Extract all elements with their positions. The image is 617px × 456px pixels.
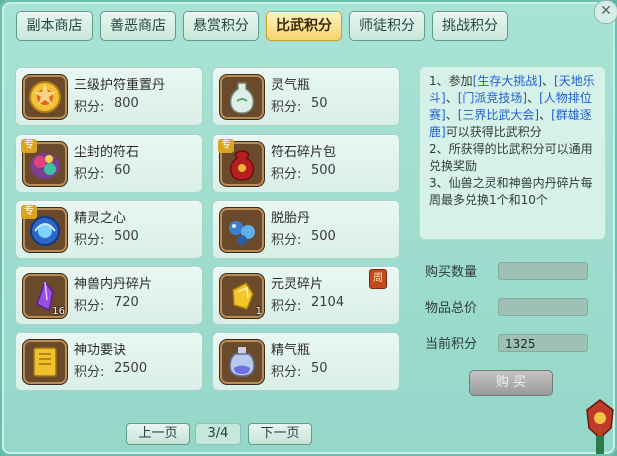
shop-item[interactable]: 神功要诀 积分: 2500 — [15, 332, 203, 391]
rules-text-segment: 2、所获得的比武积分可以通用兑换奖励 — [429, 142, 593, 173]
ornament-decoration-icon — [586, 399, 614, 454]
price-label: 积分: — [74, 365, 105, 380]
item-name: 精气瓶 — [271, 343, 311, 358]
price-label: 积分: — [271, 167, 302, 182]
rules-text-segment: 3、仙兽之灵和神兽内丹碎片每周最多兑换1个和10个 — [429, 176, 593, 207]
shop-panel: 副本商店 善恶商店 悬赏积分 比武积分 师徒积分 挑战积分 ✕ 三级护符重置丹 … — [0, 0, 617, 456]
yuanling-fragment-icon: 1 — [219, 273, 265, 319]
weekly-limit-badge: 周 — [369, 269, 387, 289]
price-label: 积分: — [271, 100, 302, 115]
rebirth-pill-icon — [219, 207, 265, 253]
tab-mentor-points[interactable]: 师徒积分 — [349, 11, 425, 41]
tab-dungeon-shop[interactable]: 副本商店 — [16, 11, 93, 41]
shop-item[interactable]: 专 符石碎片包 积分: 500 — [212, 134, 400, 193]
beast-core-fragment-icon: 16 — [22, 273, 68, 319]
item-price: 500 — [114, 229, 139, 244]
item-price: 50 — [311, 361, 328, 376]
item-price: 2500 — [114, 361, 148, 376]
price-label: 积分: — [271, 299, 302, 314]
item-price: 500 — [311, 229, 336, 244]
item-count: 1 — [255, 306, 262, 317]
gold-talisman-pill-icon — [22, 74, 68, 120]
tab-karma-shop[interactable]: 善恶商店 — [100, 11, 176, 41]
item-name: 尘封的符石 — [74, 145, 140, 160]
item-name: 元灵碎片 — [271, 277, 324, 292]
item-count: 16 — [52, 306, 65, 317]
price-label: 积分: — [74, 233, 105, 248]
price-label: 积分: — [74, 299, 105, 314]
prev-page-button[interactable]: 上一页 — [126, 423, 190, 445]
shop-item[interactable]: 灵气瓶 积分: 50 — [212, 67, 400, 126]
buy-button[interactable]: 购 买 — [469, 370, 553, 396]
shop-item[interactable]: 脱胎丹 积分: 500 — [212, 200, 400, 259]
exclusive-badge: 专 — [218, 139, 234, 153]
shop-item[interactable]: 三级护符重置丹 积分: 800 — [15, 67, 203, 126]
shop-item[interactable]: 专 尘封的符石 积分: 60 — [15, 134, 203, 193]
item-name: 神功要诀 — [74, 343, 127, 358]
exclusive-badge: 专 — [21, 205, 37, 219]
rules-text-segment: 、 — [539, 108, 552, 122]
rune-fragment-bag-icon: 专 — [218, 139, 265, 187]
essence-bottle-icon — [219, 339, 265, 385]
page-indicator: 3/4 — [195, 423, 241, 445]
current-points-label: 当前积分 — [425, 337, 478, 352]
price-label: 积分: — [74, 100, 105, 115]
price-label: 积分: — [271, 365, 302, 380]
shop-item[interactable]: 16 神兽内丹碎片 积分: 720 — [15, 266, 203, 325]
item-name: 三级护符重置丹 — [74, 78, 166, 93]
shop-item[interactable]: 专 精灵之心 积分: 500 — [15, 200, 203, 259]
quantity-label: 购买数量 — [425, 265, 478, 280]
tab-tournament-points[interactable]: 比武积分 — [266, 11, 342, 41]
item-price: 500 — [311, 163, 336, 178]
rules-text-segment: 1、参加 — [429, 74, 473, 88]
item-price: 60 — [114, 163, 131, 178]
item-name: 灵气瓶 — [271, 78, 311, 93]
total-price-label: 物品总价 — [425, 301, 478, 316]
item-name: 符石碎片包 — [271, 145, 337, 160]
rules-text-segment: 、 — [445, 108, 458, 122]
shop-item[interactable]: 1 周 元灵碎片 积分: 2104 — [212, 266, 400, 325]
item-name: 精灵之心 — [74, 211, 127, 226]
spirit-vase-icon — [219, 74, 265, 120]
item-price: 50 — [311, 96, 328, 111]
close-icon[interactable]: ✕ — [594, 0, 617, 24]
rules-info-box: 1、参加[生存大挑战]、[天地乐斗]、[门派竞技场]、[人物排位赛]、[三界比武… — [419, 66, 606, 240]
link-survival-challenge[interactable]: [生存大挑战] — [473, 74, 542, 88]
next-page-button[interactable]: 下一页 — [248, 423, 312, 445]
current-points-field: 1325 — [498, 334, 588, 352]
skill-book-icon — [22, 339, 68, 385]
tab-challenge-points[interactable]: 挑战积分 — [432, 11, 508, 41]
tab-bounty-points[interactable]: 悬赏积分 — [183, 11, 259, 41]
rules-text-segment: 可以获得比武积分 — [445, 125, 542, 139]
link-sect-arena[interactable]: [门派竞技场] — [458, 91, 527, 105]
total-price-field — [498, 298, 588, 316]
rules-text-segment: 、 — [542, 74, 555, 88]
item-price: 800 — [114, 96, 139, 111]
item-name: 神兽内丹碎片 — [74, 277, 153, 292]
exclusive-badge: 专 — [21, 139, 37, 153]
quantity-input[interactable] — [498, 262, 588, 280]
rules-text-segment: 、 — [445, 91, 458, 105]
item-price: 720 — [114, 295, 139, 310]
rules-text-segment: 、 — [527, 91, 540, 105]
rules-text: 1、参加[生存大挑战]、[天地乐斗]、[门派竞技场]、[人物排位赛]、[三界比武… — [429, 73, 599, 209]
item-price: 2104 — [311, 295, 345, 310]
link-three-realms-tournament[interactable]: [三界比武大会] — [458, 108, 539, 122]
item-name: 脱胎丹 — [271, 211, 311, 226]
shop-item[interactable]: 精气瓶 积分: 50 — [212, 332, 400, 391]
rune-stone-icon: 专 — [21, 139, 68, 187]
price-label: 积分: — [271, 233, 302, 248]
spirit-heart-icon: 专 — [21, 205, 68, 253]
price-label: 积分: — [74, 167, 105, 182]
